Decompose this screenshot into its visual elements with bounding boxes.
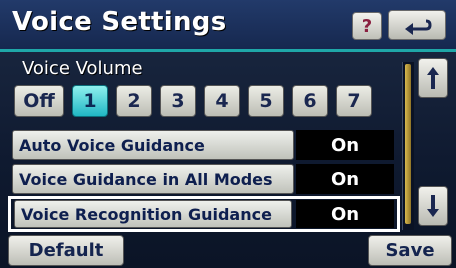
- scrollbar-thumb[interactable]: [405, 64, 411, 224]
- header-bar: Voice Settings ?: [0, 0, 456, 52]
- scroll-up-button[interactable]: [418, 58, 448, 98]
- voice-settings-screen: Voice Settings ? Voice Volume Off 1 2 3 …: [0, 0, 456, 268]
- down-arrow-icon: [427, 195, 439, 217]
- voice-recognition-guidance-button[interactable]: Voice Recognition Guidance: [14, 200, 292, 228]
- page-title: Voice Settings: [12, 7, 227, 37]
- scroll-down-button[interactable]: [418, 186, 448, 226]
- help-button[interactable]: ?: [352, 12, 382, 40]
- volume-option-7[interactable]: 7: [336, 85, 372, 117]
- volume-option-5[interactable]: 5: [248, 85, 284, 117]
- auto-voice-guidance-button[interactable]: Auto Voice Guidance: [12, 130, 294, 160]
- volume-option-off[interactable]: Off: [14, 85, 64, 117]
- up-arrow-icon: [427, 67, 439, 89]
- volume-option-3[interactable]: 3: [160, 85, 196, 117]
- volume-option-2[interactable]: 2: [116, 85, 152, 117]
- back-arrow-icon: [405, 19, 432, 35]
- voice-guidance-all-modes-button[interactable]: Voice Guidance in All Modes: [12, 164, 294, 194]
- volume-option-4[interactable]: 4: [204, 85, 240, 117]
- voice-guidance-all-modes-value: On: [296, 164, 394, 194]
- auto-voice-guidance-value: On: [296, 130, 394, 160]
- back-button[interactable]: [388, 10, 446, 40]
- volume-option-1[interactable]: 1: [72, 85, 108, 117]
- default-button[interactable]: Default: [8, 235, 124, 266]
- voice-recognition-guidance-value: On: [296, 200, 394, 228]
- volume-option-6[interactable]: 6: [292, 85, 328, 117]
- voice-volume-label: Voice Volume: [22, 58, 143, 79]
- save-button[interactable]: Save: [368, 235, 452, 266]
